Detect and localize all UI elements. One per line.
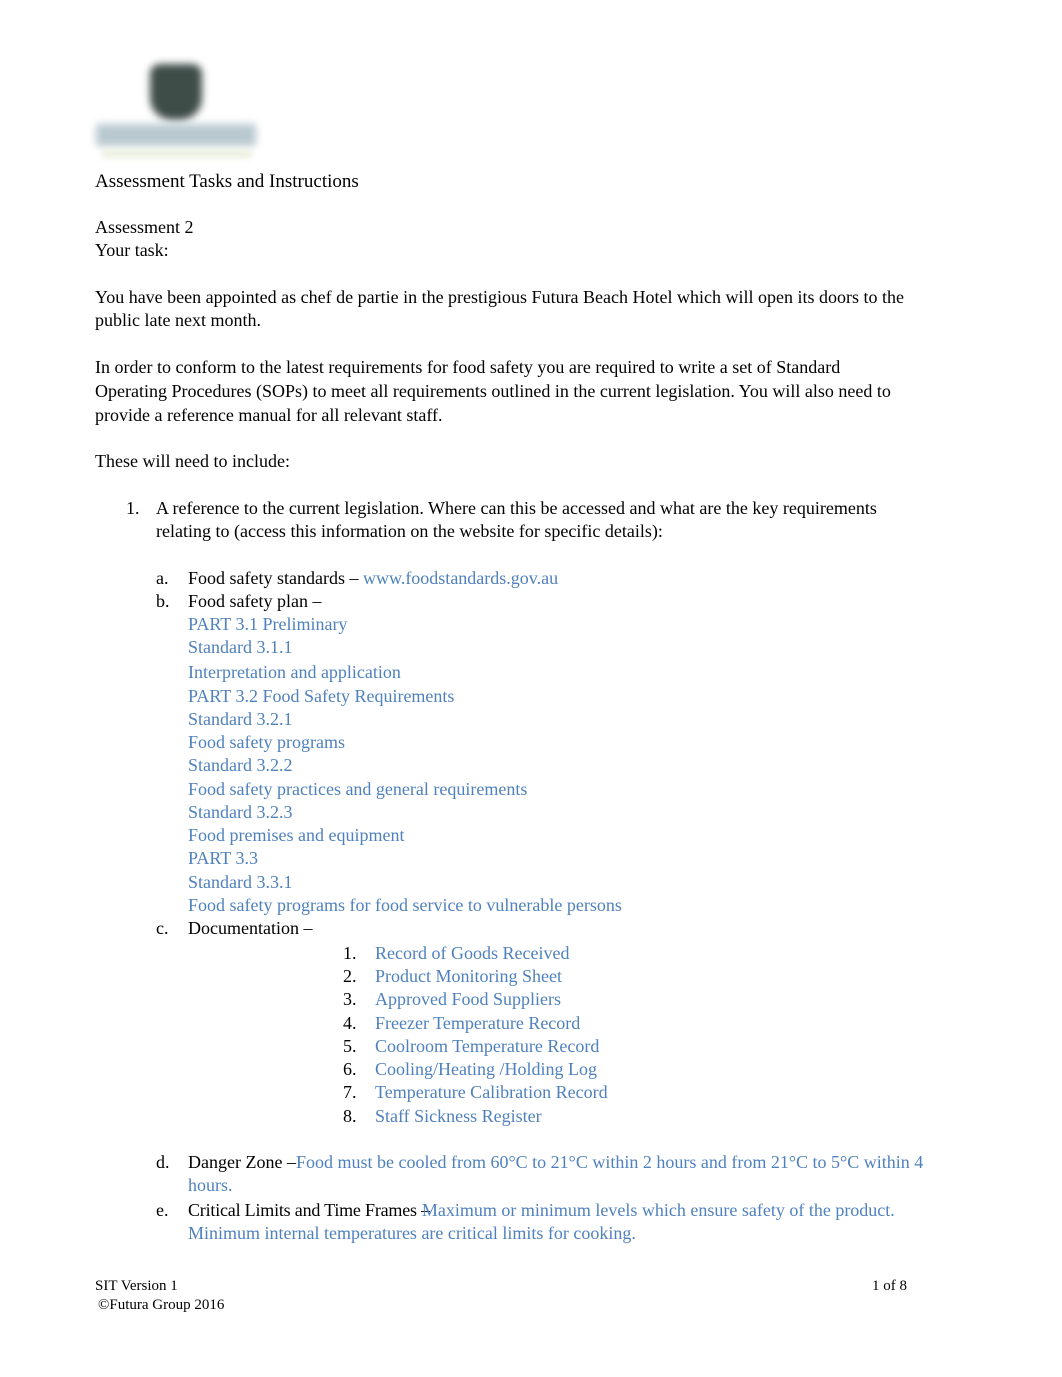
intro-paragraph-3: These will need to include: — [95, 451, 290, 471]
logo-tagline — [102, 150, 252, 158]
critical-limits-answer: Maximum or minimum levels which ensure s… — [421, 1200, 895, 1220]
critical-limits-answer-line-2: Minimum internal temperatures are critic… — [188, 1223, 636, 1243]
intro-paragraph-2-line-2: Operating Procedures (SOPs) to meet all … — [95, 381, 891, 401]
plan-line: Standard 3.2.3 — [188, 802, 293, 822]
plan-line: Standard 3.1.1 — [188, 637, 293, 657]
doc-item: Record of Goods Received — [375, 943, 570, 963]
doc-item-number: 5. — [343, 1036, 357, 1056]
doc-item-number: 4. — [343, 1013, 357, 1033]
page-title: Assessment Tasks and Instructions — [95, 171, 359, 192]
list-item-1-line-2: relating to (access this information on … — [156, 521, 663, 541]
danger-zone-answer: Food must be cooled from 60°C to 21°C wi… — [295, 1152, 924, 1172]
plan-line: Standard 3.3.1 — [188, 872, 293, 892]
sub-item-b-label: Food safety plan – — [188, 591, 322, 611]
list-item-1-line-1: A reference to the current legislation. … — [156, 498, 877, 518]
doc-item: Staff Sickness Register — [375, 1106, 542, 1126]
sub-item-a-label: Food safety standards – — [188, 568, 363, 588]
doc-item-number: 2. — [343, 966, 357, 986]
sub-item-d-label: Danger Zone – — [188, 1152, 296, 1172]
sub-item-d: Danger Zone –Food must be cooled from 60… — [188, 1151, 923, 1174]
assessment-label: Assessment 2 — [95, 217, 194, 237]
doc-item-number: 7. — [343, 1082, 357, 1102]
doc-item: Temperature Calibration Record — [375, 1082, 608, 1102]
footer-copyright: ©Futura Group 2016 — [98, 1297, 225, 1313]
sub-item-a-marker: a. — [156, 568, 169, 588]
doc-item-number: 6. — [343, 1059, 357, 1079]
plan-line: PART 3.2 Food Safety Requirements — [188, 686, 455, 706]
footer-version: SIT Version 1 — [95, 1278, 178, 1294]
intro-paragraph-1-line-2: public late next month. — [95, 310, 261, 330]
plan-line: Food premises and equipment — [188, 825, 405, 845]
sub-item-c-marker: c. — [156, 918, 169, 938]
intro-paragraph-2-line-3: provide a reference manual for all relev… — [95, 405, 443, 425]
sub-item-b-marker: b. — [156, 591, 170, 611]
plan-line: Food safety programs for food service to… — [188, 895, 622, 915]
plan-line: PART 3.3 — [188, 848, 258, 868]
intro-paragraph-1-line-1: You have been appointed as chef de parti… — [95, 287, 904, 307]
plan-line: Food safety practices and general requir… — [188, 779, 528, 799]
doc-item-number: 8. — [343, 1106, 357, 1126]
plan-line: Standard 3.2.2 — [188, 755, 293, 775]
doc-item: Approved Food Suppliers — [375, 989, 561, 1009]
doc-item: Product Monitoring Sheet — [375, 966, 562, 986]
doc-item: Coolroom Temperature Record — [375, 1036, 600, 1056]
sub-item-c-label: Documentation – — [188, 918, 313, 938]
plan-line: PART 3.1 Preliminary — [188, 614, 348, 634]
sub-item-d-marker: d. — [156, 1152, 170, 1172]
doc-item-number: 1. — [343, 943, 357, 963]
doc-item-number: 3. — [343, 989, 357, 1009]
sub-item-a: Food safety standards – www.foodstandard… — [188, 567, 558, 590]
plan-line: Interpretation and application — [188, 662, 401, 682]
logo-wordmark — [96, 124, 256, 146]
sub-item-e: Critical Limits and Time Frames –Maximum… — [188, 1199, 895, 1222]
intro-paragraph-2-line-1: In order to conform to the latest requir… — [95, 357, 841, 377]
plan-line: Food safety programs — [188, 732, 345, 752]
page-number: 1 of 8 — [872, 1278, 907, 1294]
company-logo — [92, 60, 260, 160]
task-label: Your task: — [95, 240, 169, 260]
sub-item-e-marker: e. — [156, 1200, 169, 1220]
plan-line: Standard 3.2.1 — [188, 709, 293, 729]
food-standards-link[interactable]: www.foodstandards.gov.au — [363, 568, 558, 588]
sub-item-e-label: Critical Limits and Time Frames – — [188, 1200, 430, 1220]
danger-zone-answer-line-2: hours. — [188, 1175, 233, 1195]
shield-icon — [150, 64, 202, 120]
list-item-1-number: 1. — [126, 498, 140, 518]
doc-item: Freezer Temperature Record — [375, 1013, 581, 1033]
doc-item: Cooling/Heating /Holding Log — [375, 1059, 597, 1079]
